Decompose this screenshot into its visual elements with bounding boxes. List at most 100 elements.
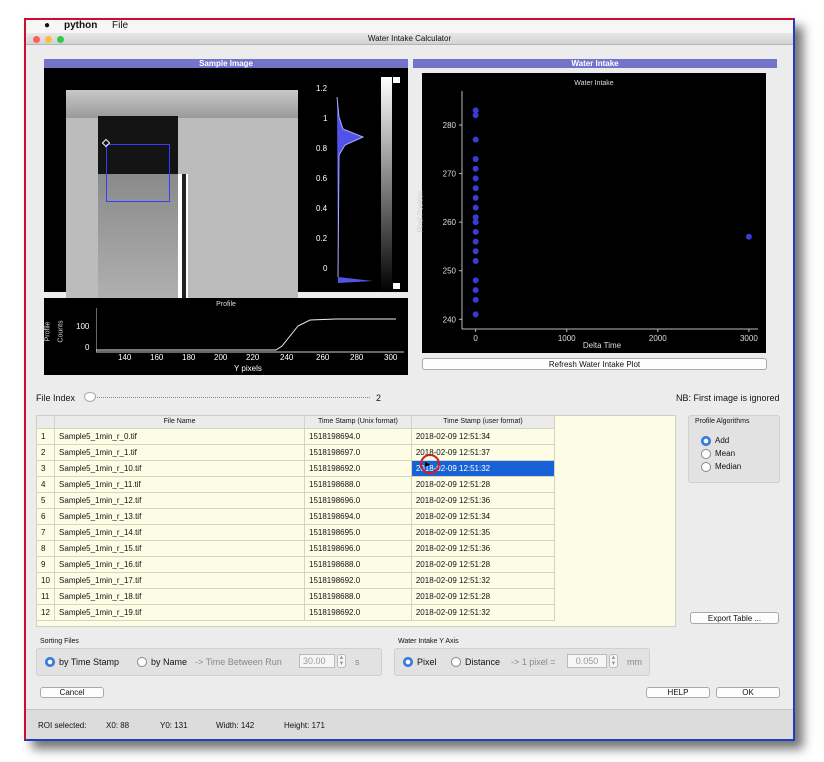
row-index[interactable]: 2: [37, 444, 56, 461]
pixel-conversion-label: -> 1 pixel =: [511, 657, 556, 667]
menu-app-python[interactable]: python: [64, 20, 97, 31]
cancel-button[interactable]: Cancel: [40, 687, 104, 698]
user-time-cell[interactable]: 2018-02-09 12:51:36: [411, 492, 556, 509]
refresh-water-intake-button[interactable]: Refresh Water Intake Plot: [422, 358, 767, 370]
y-tick-label: 260: [443, 218, 457, 227]
table-row[interactable]: 3 Sample5_1min_r_10.tif 1518198692.0 2018-0…: [37, 460, 556, 477]
ok-button[interactable]: OK: [716, 687, 780, 698]
table-row[interactable]: 12 Sample5_1min_r_19.tif 1518198692.0 2018-…: [37, 604, 556, 621]
user-time-cell[interactable]: 2018-02-09 12:51:28: [411, 588, 556, 605]
file-table: File Name Time Stamp (Unix format) Time …: [36, 415, 676, 627]
row-index[interactable]: 11: [37, 588, 56, 605]
unix-time-cell[interactable]: 1518198694.0: [304, 428, 412, 445]
file-index-slider-track[interactable]: [86, 397, 370, 399]
file-name-cell[interactable]: Sample5_1min_r_1.tif: [54, 444, 305, 461]
time-between-run-input[interactable]: 30.00: [299, 654, 335, 668]
colorbar-min-handle-icon[interactable]: [393, 283, 400, 289]
unix-time-cell[interactable]: 1518198696.0: [304, 492, 412, 509]
file-name-cell[interactable]: Sample5_1min_r_17.tif: [54, 572, 305, 589]
unix-time-cell[interactable]: 1518198688.0: [304, 588, 412, 605]
row-index[interactable]: 1: [37, 428, 56, 445]
pixel-conversion-input[interactable]: 0.050: [567, 654, 607, 668]
unix-time-cell[interactable]: 1518198688.0: [304, 556, 412, 573]
sort-by-time-radio[interactable]: [45, 657, 55, 667]
y-axis-pixel-label[interactable]: Pixel: [417, 657, 437, 667]
table-row[interactable]: 1 Sample5_1min_r_0.tif 1518198694.0 2018-02…: [37, 428, 556, 445]
table-row[interactable]: 4 Sample5_1min_r_11.tif 1518198688.0 2018-0…: [37, 476, 556, 493]
file-name-cell[interactable]: Sample5_1min_r_14.tif: [54, 524, 305, 541]
help-button[interactable]: HELP: [646, 687, 710, 698]
roi-rectangle[interactable]: [106, 144, 170, 202]
table-header-file-name[interactable]: File Name: [54, 416, 305, 429]
unix-time-cell[interactable]: 1518198692.0: [304, 460, 412, 477]
file-name-cell[interactable]: Sample5_1min_r_18.tif: [54, 588, 305, 605]
row-index[interactable]: 3: [37, 460, 56, 477]
table-header-user-time[interactable]: Time Stamp (user format): [411, 416, 556, 429]
unix-time-cell[interactable]: 1518198695.0: [304, 524, 412, 541]
mouse-pointer-icon: ▸: [425, 459, 431, 470]
apple-menu-icon[interactable]: ●: [44, 20, 50, 31]
user-time-cell[interactable]: 2018-02-09 12:51:28: [411, 476, 556, 493]
file-name-cell[interactable]: Sample5_1min_r_13.tif: [54, 508, 305, 525]
sort-by-name-label[interactable]: by Name: [151, 657, 187, 667]
table-row[interactable]: 11 Sample5_1min_r_18.tif 1518198688.0 2018-…: [37, 588, 556, 605]
user-time-cell[interactable]: 2018-02-09 12:51:32: [411, 572, 556, 589]
hist-tick: 0: [323, 264, 328, 273]
user-time-cell[interactable]: 2018-02-09 12:51:34: [411, 428, 556, 445]
row-index[interactable]: 8: [37, 540, 56, 557]
row-index[interactable]: 4: [37, 476, 56, 493]
y-axis-pixel-radio[interactable]: [403, 657, 413, 667]
user-time-cell[interactable]: 2018-02-09 12:51:35: [411, 524, 556, 541]
row-index[interactable]: 12: [37, 604, 56, 621]
algorithm-mean-radio[interactable]: [701, 449, 711, 459]
unix-time-cell[interactable]: 1518198697.0: [304, 444, 412, 461]
file-name-cell[interactable]: Sample5_1min_r_12.tif: [54, 492, 305, 509]
table-row[interactable]: 9 Sample5_1min_r_16.tif 1518198688.0 2018-0…: [37, 556, 556, 573]
unix-time-cell[interactable]: 1518198692.0: [304, 604, 412, 621]
table-row[interactable]: 8 Sample5_1min_r_15.tif 1518198696.0 2018-0…: [37, 540, 556, 557]
sort-by-time-label[interactable]: by Time Stamp: [59, 657, 119, 667]
unix-time-cell[interactable]: 1518198692.0: [304, 572, 412, 589]
row-index[interactable]: 5: [37, 492, 56, 509]
table-row[interactable]: 2 Sample5_1min_r_1.tif 1518198697.0 2018-02…: [37, 444, 556, 461]
unix-time-cell[interactable]: 1518198688.0: [304, 476, 412, 493]
colorbar-max-handle-icon[interactable]: [393, 77, 400, 83]
row-index[interactable]: 9: [37, 556, 56, 573]
unix-time-cell[interactable]: 1518198694.0: [304, 508, 412, 525]
table-row[interactable]: 10 Sample5_1min_r_17.tif 1518198692.0 2018-…: [37, 572, 556, 589]
algorithm-mean-label[interactable]: Mean: [715, 449, 735, 458]
file-name-cell[interactable]: Sample5_1min_r_11.tif: [54, 476, 305, 493]
row-index[interactable]: 10: [37, 572, 56, 589]
table-row[interactable]: 5 Sample5_1min_r_12.tif 1518198696.0 2018-0…: [37, 492, 556, 509]
file-name-cell[interactable]: Sample5_1min_r_10.tif: [54, 460, 305, 477]
pixel-conversion-stepper-icon[interactable]: ▲ ▼: [609, 654, 618, 668]
table-row[interactable]: 7 Sample5_1min_r_14.tif 1518198695.0 2018-0…: [37, 524, 556, 541]
user-time-cell[interactable]: 2018-02-09 12:51:34: [411, 508, 556, 525]
algorithm-add-label[interactable]: Add: [715, 436, 729, 445]
menu-file[interactable]: File: [112, 20, 128, 31]
unix-time-cell[interactable]: 1518198696.0: [304, 540, 412, 557]
algorithm-median-label[interactable]: Median: [715, 462, 741, 471]
file-name-cell[interactable]: Sample5_1min_r_19.tif: [54, 604, 305, 621]
table-header-unix-time[interactable]: Time Stamp (Unix format): [304, 416, 412, 429]
file-name-cell[interactable]: Sample5_1min_r_15.tif: [54, 540, 305, 557]
export-table-button[interactable]: Export Table ...: [690, 612, 779, 624]
row-index[interactable]: 6: [37, 508, 56, 525]
table-row[interactable]: 6 Sample5_1min_r_13.tif 1518198694.0 2018-0…: [37, 508, 556, 525]
user-time-cell[interactable]: 2018-02-09 12:51:28: [411, 556, 556, 573]
file-name-cell[interactable]: Sample5_1min_r_16.tif: [54, 556, 305, 573]
y-axis-distance-label[interactable]: Distance: [465, 657, 500, 667]
algorithm-add-radio[interactable]: [701, 436, 711, 446]
data-point: [472, 175, 479, 182]
sort-by-name-radio[interactable]: [137, 657, 147, 667]
y-axis-distance-radio[interactable]: [451, 657, 461, 667]
y-axis-title: Water Intake Y Axis: [398, 638, 459, 645]
user-time-cell[interactable]: 2018-02-09 12:51:36: [411, 540, 556, 557]
water-intake-scatter[interactable]: 0 1000 2000 3000 240 250 260 270 280: [422, 73, 766, 353]
user-time-cell[interactable]: 2018-02-09 12:51:32: [411, 604, 556, 621]
sample-image[interactable]: [66, 90, 298, 300]
row-index[interactable]: 7: [37, 524, 56, 541]
algorithm-median-radio[interactable]: [701, 462, 711, 472]
file-name-cell[interactable]: Sample5_1min_r_0.tif: [54, 428, 305, 445]
time-between-run-stepper-icon[interactable]: ▲ ▼: [337, 654, 346, 668]
